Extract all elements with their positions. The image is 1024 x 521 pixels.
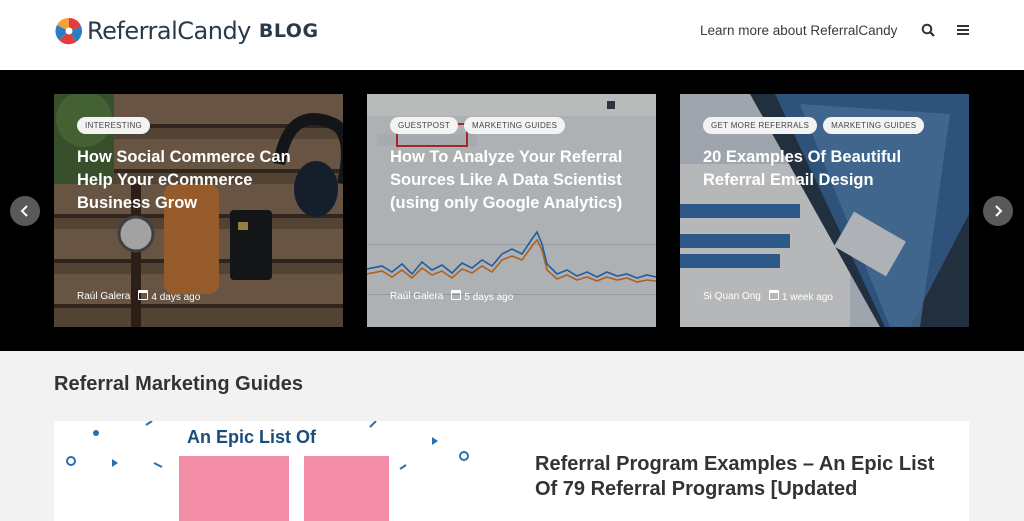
card-meta: Si Quan Ong 1 week ago bbox=[703, 290, 833, 303]
search-icon[interactable] bbox=[921, 23, 937, 39]
post-date: 1 week ago bbox=[781, 292, 833, 303]
tag-get-more-referrals[interactable]: GET MORE REFERRALS bbox=[703, 117, 818, 134]
chevron-left-icon bbox=[20, 205, 28, 217]
guide-title[interactable]: Referral Program Examples – An Epic List… bbox=[535, 452, 945, 502]
tag-list: GUESTPOST MARKETING GUIDES bbox=[390, 117, 566, 134]
carousel-prev-button[interactable] bbox=[10, 196, 40, 226]
learn-more-link[interactable]: Learn more about ReferralCandy bbox=[700, 23, 897, 38]
card-title[interactable]: How Social Commerce Can Help Your eComme… bbox=[77, 146, 327, 215]
referralcandy-logo-icon bbox=[54, 16, 84, 46]
chevron-right-icon bbox=[995, 205, 1003, 217]
tag-list: INTERESTING bbox=[77, 117, 151, 134]
author-name[interactable]: Si Quan Ong bbox=[703, 291, 761, 302]
guide-card[interactable]: An Epic List Of Referral Program Example… bbox=[54, 421, 969, 521]
tag-marketing-guides[interactable]: MARKETING GUIDES bbox=[823, 117, 925, 134]
card-title[interactable]: How To Analyze Your Referral Sources Lik… bbox=[390, 146, 640, 215]
logo-text: ReferralCandy bbox=[87, 17, 251, 45]
calendar-icon bbox=[451, 290, 462, 300]
logo-blog-label: BLOG bbox=[258, 20, 319, 42]
site-logo[interactable]: ReferralCandy BLOG bbox=[54, 14, 319, 48]
section-title: Referral Marketing Guides bbox=[54, 373, 303, 395]
author-name[interactable]: Raúl Galera bbox=[77, 291, 130, 302]
carousel-card[interactable]: GET MORE REFERRALS MARKETING GUIDES 20 E… bbox=[680, 94, 969, 327]
carousel-card[interactable]: INTERESTING How Social Commerce Can Help… bbox=[54, 94, 343, 327]
tag-list: GET MORE REFERRALS MARKETING GUIDES bbox=[703, 117, 925, 134]
tag-marketing-guides[interactable]: MARKETING GUIDES bbox=[464, 117, 566, 134]
post-date: 4 days ago bbox=[151, 292, 201, 303]
calendar-icon bbox=[768, 290, 779, 300]
card-meta: Raúl Galera 4 days ago bbox=[77, 290, 200, 303]
guide-image: An Epic List Of bbox=[54, 421, 514, 521]
post-date: 5 days ago bbox=[464, 292, 514, 303]
tag-interesting[interactable]: INTERESTING bbox=[77, 117, 151, 134]
carousel-next-button[interactable] bbox=[983, 196, 1013, 226]
calendar-icon bbox=[138, 290, 149, 300]
guide-image-heading: An Epic List Of bbox=[187, 427, 317, 447]
site-header: ReferralCandy BLOG Learn more about Refe… bbox=[0, 0, 1024, 70]
author-name[interactable]: Raúl Galera bbox=[390, 291, 443, 302]
carousel-card[interactable]: GUESTPOST MARKETING GUIDES How To Analyz… bbox=[367, 94, 656, 327]
card-title[interactable]: 20 Examples Of Beautiful Referral Email … bbox=[703, 146, 953, 192]
tag-guestpost[interactable]: GUESTPOST bbox=[390, 117, 459, 134]
featured-carousel: INTERESTING How Social Commerce Can Help… bbox=[0, 70, 1024, 351]
menu-icon[interactable] bbox=[957, 23, 973, 39]
card-meta: Raúl Galera 5 days ago bbox=[390, 290, 513, 303]
